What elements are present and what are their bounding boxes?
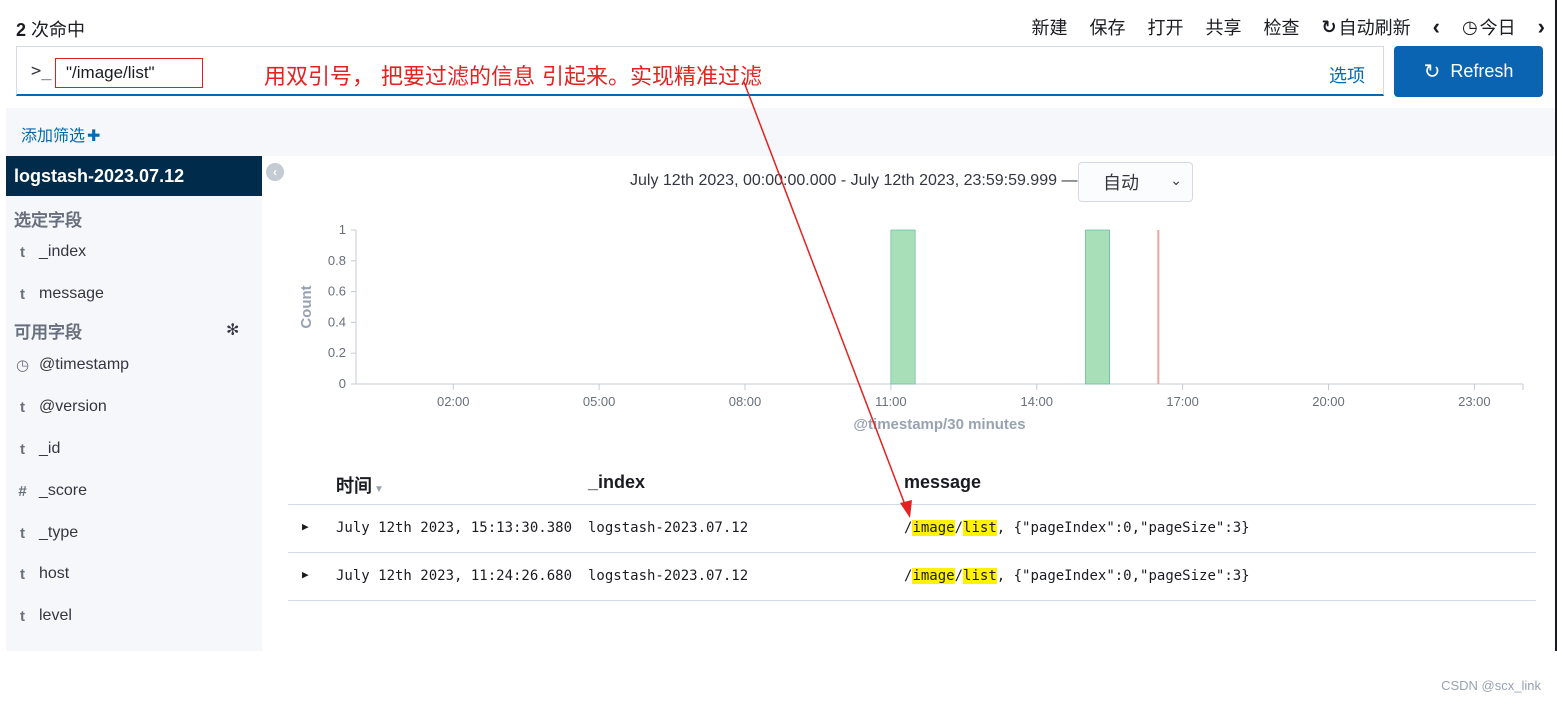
annotation-arrow	[743, 81, 912, 518]
arrow-line	[743, 81, 908, 511]
arrow-head	[900, 500, 912, 518]
watermark: CSDN @scx_link	[1441, 678, 1541, 693]
